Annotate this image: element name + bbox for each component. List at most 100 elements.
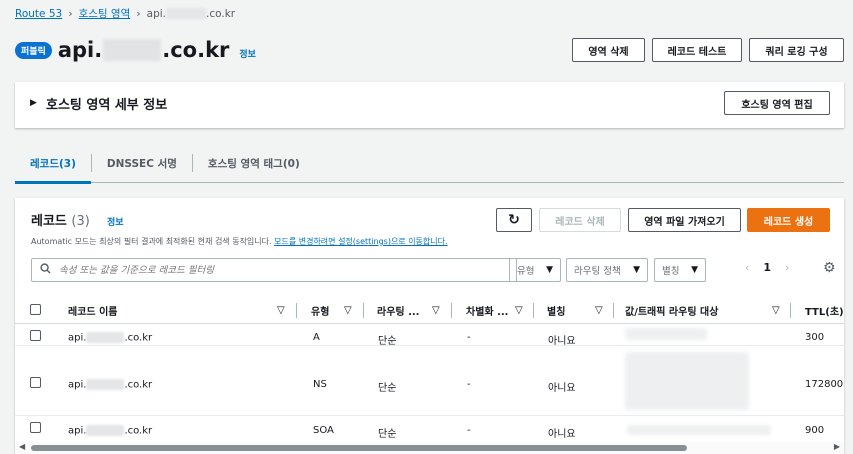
sort-icon[interactable]: ▽ (595, 296, 603, 324)
record-routing: 단순 (378, 429, 397, 440)
redacted-value (625, 352, 749, 410)
record-type: NS (313, 379, 327, 390)
record-ttl: 900 (805, 425, 825, 436)
redacted-block (86, 379, 125, 390)
refresh-button[interactable]: ↻ (496, 208, 532, 232)
tab-bar: 레코드(3) DNSSEC 서명 호스팅 영역 태그(0) (15, 150, 844, 184)
row-checkbox[interactable] (30, 330, 41, 341)
delete-zone-button[interactable]: 영역 삭제 (572, 38, 645, 62)
details-title[interactable]: 호스팅 영역 세부 정보 (46, 94, 167, 113)
sort-icon[interactable]: ▽ (344, 296, 352, 324)
query-logging-button[interactable]: 쿼리 로깅 구성 (749, 38, 844, 62)
record-name[interactable]: api. .co.kr (68, 425, 152, 437)
scrollbar-thumb[interactable] (31, 445, 687, 451)
delete-record-button[interactable]: 레코드 삭제 (539, 208, 621, 232)
sort-icon[interactable]: ▽ (432, 296, 440, 324)
breadcrumb-hosted-zones[interactable]: 호스팅 영역 (79, 6, 131, 21)
record-routing: 단순 (378, 383, 397, 394)
column-header[interactable]: 별칭 (547, 296, 565, 324)
column-divider[interactable] (790, 303, 791, 318)
redacted-block (166, 8, 206, 19)
scroll-right-icon[interactable]: ▶ (834, 442, 840, 451)
route53-hosted-zone-page: Route 53 › 호스팅 영역 › api. .co.kr 퍼블릭 api..… (0, 0, 853, 454)
visibility-badge: 퍼블릭 (15, 41, 52, 59)
edit-hosted-zone-button[interactable]: 호스팅 영역 편집 (724, 91, 830, 115)
record-routing: 단순 (378, 336, 397, 347)
record-differentiator: - (467, 379, 471, 390)
record-alias: 아니요 (548, 336, 576, 347)
sort-icon[interactable]: ▽ (515, 296, 523, 324)
horizontal-scrollbar[interactable]: ◀ ▶ (15, 442, 844, 454)
redacted-block (103, 39, 162, 61)
sort-icon[interactable]: ▽ (772, 296, 780, 324)
redacted-block (86, 425, 125, 436)
redacted-value (625, 328, 707, 340)
caret-right-icon[interactable]: ▶ (30, 98, 37, 108)
column-header[interactable]: TTL(초) (805, 296, 844, 324)
breadcrumb-current: api. .co.kr (146, 7, 236, 20)
column-header[interactable]: 유형 (311, 296, 329, 324)
search-input[interactable] (59, 264, 499, 276)
info-link[interactable]: 정보 (239, 47, 256, 60)
caret-down-icon: ▼ (546, 265, 553, 275)
record-name[interactable]: api. .co.kr (68, 379, 152, 391)
column-divider[interactable] (613, 303, 614, 318)
redacted-block (86, 332, 125, 343)
record-differentiator: - (467, 425, 471, 436)
records-search[interactable] (31, 258, 517, 282)
chevron-right-icon: › (68, 7, 73, 20)
type-filter-select[interactable]: 유형 ▼ (509, 258, 561, 282)
record-alias: 아니요 (548, 429, 576, 440)
create-record-button[interactable]: 레코드 생성 (747, 208, 830, 232)
scroll-left-icon[interactable]: ◀ (19, 442, 25, 451)
breadcrumb-route53[interactable]: Route 53 (15, 8, 62, 20)
column-header[interactable]: 값/트래픽 라우팅 대상 (625, 296, 718, 324)
settings-link[interactable]: 모드를 변경하려면 설정(settings)으로 이동합니다. (274, 237, 447, 246)
caret-down-icon: ▼ (691, 265, 698, 275)
record-alias: 아니요 (548, 383, 576, 394)
column-header[interactable]: 라우팅 ... (377, 296, 419, 324)
select-all-checkbox[interactable] (30, 304, 41, 315)
column-header[interactable]: 레코드 이름 (68, 296, 117, 324)
chevron-left-icon[interactable]: ‹ (745, 261, 749, 274)
page-title: api. .co.kr (57, 38, 230, 62)
records-panel: 레코드 (3) 정보 Automatic 모드는 최상의 필터 결과에 최적화된… (15, 198, 844, 454)
tab-tags[interactable]: 호스팅 영역 태그(0) (193, 150, 315, 183)
breadcrumb: Route 53 › 호스팅 영역 › api. .co.kr (15, 6, 235, 21)
column-header[interactable]: 차별화 ... (466, 296, 508, 324)
record-differentiator: - (467, 332, 471, 343)
table-row[interactable]: api. .co.kr SOA 단순 - 아니요 900 (15, 416, 844, 444)
import-zone-file-button[interactable]: 영역 파일 가져오기 (628, 208, 741, 232)
table-row[interactable]: api. .co.kr NS 단순 - 아니요 172800 (15, 346, 844, 416)
test-record-button[interactable]: 레코드 테스트 (652, 38, 742, 62)
tab-records[interactable]: 레코드(3) (15, 150, 91, 184)
record-name[interactable]: api. .co.kr (68, 332, 152, 344)
pagination: ‹ 1 › (745, 261, 789, 274)
record-type: A (313, 332, 320, 343)
chevron-right-icon[interactable]: › (785, 261, 789, 274)
page-header: 퍼블릭 api. .co.kr 정보 (15, 38, 256, 62)
caret-down-icon: ▼ (633, 265, 640, 275)
tab-dnssec[interactable]: DNSSEC 서명 (92, 150, 192, 183)
row-checkbox[interactable] (30, 377, 41, 388)
records-info-link[interactable]: 정보 (107, 215, 124, 228)
column-divider[interactable] (296, 303, 297, 318)
alias-filter-select[interactable]: 별칭 ▼ (654, 258, 706, 282)
row-checkbox[interactable] (30, 422, 41, 433)
table-header: 레코드 이름 ▽ 유형 ▽ 라우팅 ... ▽ 차별화 ... ▽ 별칭 ▽ 값… (15, 296, 844, 324)
column-divider[interactable] (363, 303, 364, 318)
record-type: SOA (313, 425, 334, 436)
routing-filter-select[interactable]: 라우팅 정책 ▼ (566, 258, 648, 282)
records-heading: 레코드 (3) (31, 214, 90, 229)
records-description: Automatic 모드는 최상의 필터 결과에 최적화된 현재 검색 동작입니… (31, 237, 448, 246)
chevron-right-icon: › (136, 7, 141, 20)
record-ttl: 172800 (805, 379, 844, 390)
sort-icon[interactable]: ▽ (277, 296, 285, 324)
gear-icon[interactable]: ⚙ (823, 260, 836, 276)
page-number[interactable]: 1 (763, 261, 771, 274)
hosted-zone-details-panel: ▶ 호스팅 영역 세부 정보 호스팅 영역 편집 (15, 82, 844, 128)
column-divider[interactable] (533, 303, 534, 318)
record-ttl: 300 (805, 332, 825, 343)
table-row[interactable]: api. .co.kr A 단순 - 아니요 300 (15, 324, 844, 347)
column-divider[interactable] (451, 303, 452, 318)
